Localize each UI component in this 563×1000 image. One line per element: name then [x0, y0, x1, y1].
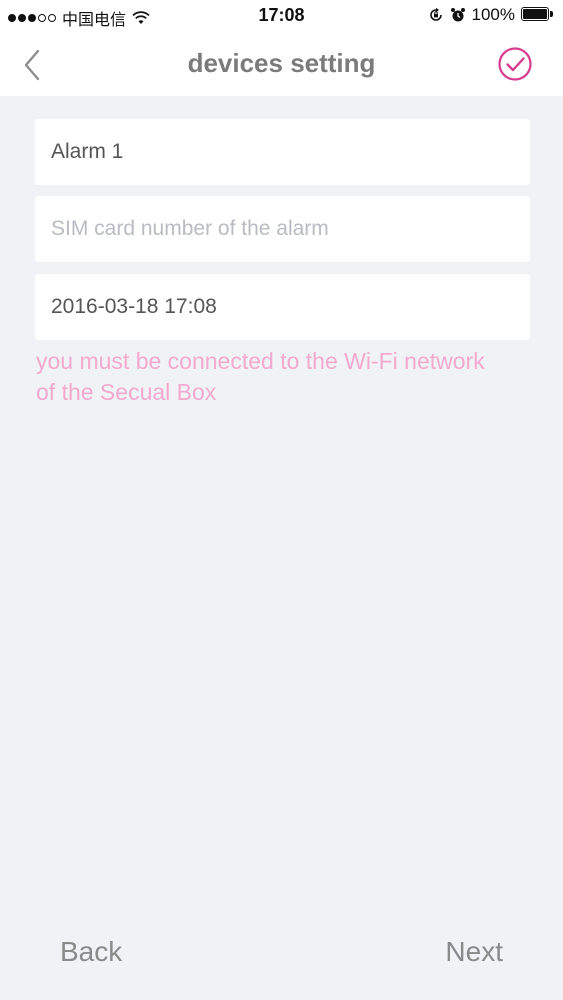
- check-circle-icon[interactable]: [497, 46, 533, 82]
- next-button[interactable]: Next: [445, 936, 503, 968]
- sim-number-input[interactable]: [51, 217, 514, 241]
- battery-percent: 100%: [471, 5, 515, 24]
- alarm-clock-icon: [450, 8, 465, 22]
- sim-number-field[interactable]: [35, 196, 530, 262]
- rotation-lock-icon: [429, 7, 442, 21]
- date-time-input[interactable]: [51, 295, 514, 319]
- nav-bar: devices setting: [0, 32, 563, 96]
- status-right: 100%: [428, 5, 553, 25]
- device-name-field[interactable]: [35, 119, 530, 185]
- battery-icon: [521, 7, 553, 23]
- back-button[interactable]: Back: [60, 936, 122, 968]
- date-time-field[interactable]: [35, 274, 530, 340]
- device-name-input[interactable]: [51, 140, 514, 164]
- status-bar: 中国电信 17:08 100%: [0, 0, 563, 32]
- wifi-hint-text: you must be connected to the Wi-Fi netwo…: [36, 348, 485, 405]
- page-title: devices setting: [187, 48, 376, 78]
